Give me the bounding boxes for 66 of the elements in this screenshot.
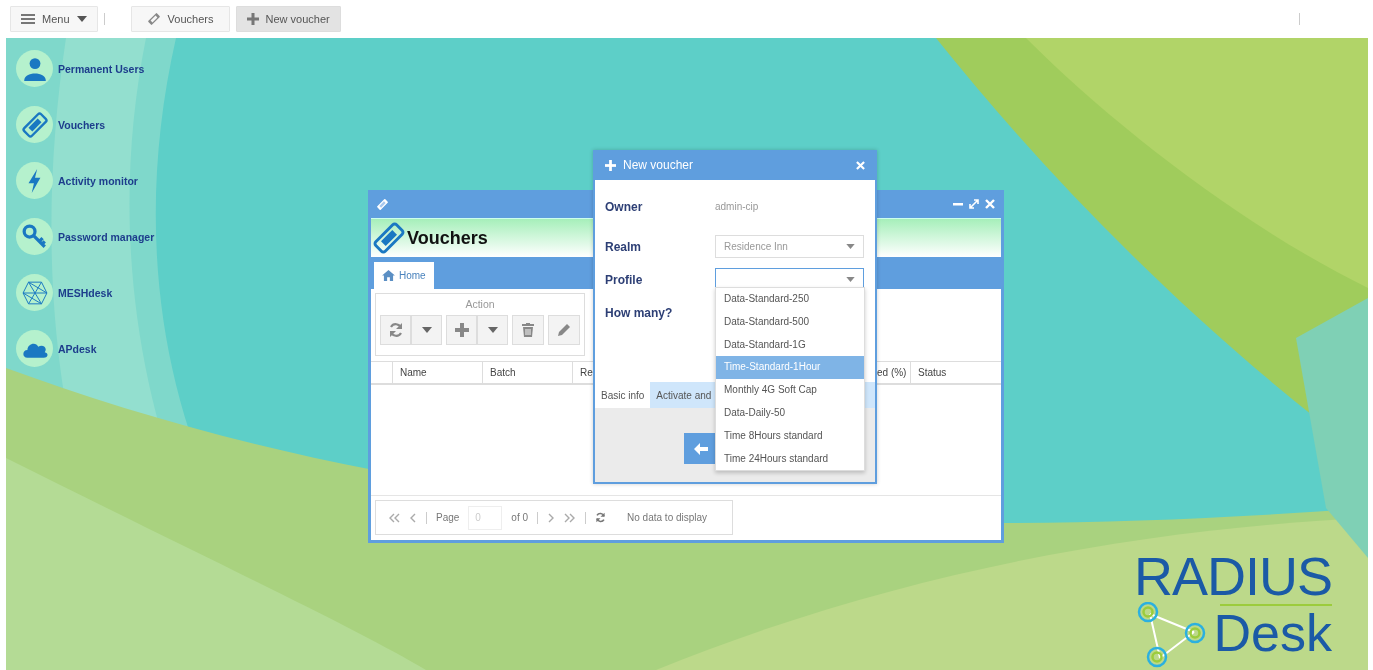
- form-tab[interactable]: Activate and: [650, 382, 718, 408]
- caret-button[interactable]: [477, 315, 508, 345]
- shortcut-label[interactable]: Password manager: [58, 230, 155, 243]
- dropdown-option[interactable]: Data-Standard-1G: [716, 333, 864, 357]
- edit-button[interactable]: [548, 315, 580, 345]
- caret-icon: [487, 327, 498, 333]
- status-message: No data to display: [627, 512, 708, 523]
- arrow-left-icon: [694, 442, 708, 455]
- column-header[interactable]: Name: [392, 362, 482, 383]
- maximize-icon[interactable]: [969, 199, 979, 209]
- group-title: Action: [465, 298, 495, 310]
- caret-icon: [846, 277, 855, 282]
- next-page-icon[interactable]: [547, 512, 556, 523]
- plus-icon: [246, 13, 259, 25]
- close-icon[interactable]: [856, 160, 865, 170]
- field-label: Profile: [605, 272, 644, 287]
- pencil-icon: [557, 323, 571, 337]
- caret-icon: [421, 327, 432, 333]
- page-label: Page: [436, 512, 460, 523]
- menu-button[interactable]: Menu: [10, 6, 98, 32]
- ticket-icon: [373, 222, 405, 254]
- first-page-icon[interactable]: [388, 512, 400, 523]
- shortcut-label[interactable]: APdesk: [58, 342, 97, 355]
- shortcut-label[interactable]: Vouchers: [58, 118, 106, 131]
- refresh-icon: [387, 322, 404, 338]
- dropdown-option[interactable]: Time 8Hours standard: [716, 424, 864, 448]
- caret-icon: [846, 244, 855, 249]
- delete-button[interactable]: [512, 315, 544, 345]
- plus-icon: [454, 323, 469, 337]
- plus-icon: [605, 159, 616, 171]
- column-header[interactable]: Batch: [482, 362, 572, 383]
- dropdown-option[interactable]: Data-Daily-50: [716, 402, 864, 425]
- column-header[interactable]: Status: [910, 362, 1001, 383]
- dropdown-option[interactable]: Time 24Hours standard: [716, 447, 864, 471]
- shortcut-label[interactable]: Permanent Users: [58, 62, 145, 75]
- previous-page-icon[interactable]: [409, 512, 417, 523]
- dropdown-option[interactable]: Data-Standard-500: [716, 310, 864, 334]
- shortcut-label[interactable]: Activity monitor: [58, 174, 138, 187]
- shortcut-label[interactable]: MESHdesk: [58, 286, 113, 299]
- ticket-icon: [376, 197, 389, 211]
- page-total: of 0: [511, 512, 529, 523]
- menu-icon: [21, 13, 35, 25]
- home-icon: [382, 270, 395, 281]
- taskbar-button[interactable]: New voucher: [235, 6, 341, 32]
- form-tab[interactable]: Basic info: [595, 382, 651, 408]
- dropdown-option[interactable]: Monthly 4G Soft Cap: [716, 379, 864, 402]
- refresh-button[interactable]: [380, 315, 411, 345]
- add-button[interactable]: [446, 315, 477, 345]
- close-icon[interactable]: [985, 199, 995, 209]
- logo-text: RADIUS: [1134, 550, 1333, 602]
- home-tab[interactable]: Home: [374, 262, 434, 289]
- taskbar-button[interactable]: Vouchers: [130, 6, 230, 32]
- trash-icon: [522, 323, 534, 337]
- field-label: Realm: [605, 239, 643, 254]
- dialog-title: New voucher: [623, 158, 694, 172]
- field-value: admin-cip: [715, 201, 759, 212]
- logo-text: Desk: [1213, 608, 1333, 658]
- caret-button[interactable]: [411, 315, 442, 345]
- dropdown-option[interactable]: Data-Standard-250: [716, 288, 864, 311]
- caret-icon: [76, 16, 87, 22]
- window-heading: Vouchers: [407, 227, 488, 249]
- field-label: How many?: [605, 305, 674, 320]
- back-button[interactable]: [684, 433, 718, 464]
- field-label: Owner: [605, 199, 644, 214]
- last-page-icon[interactable]: [564, 512, 577, 523]
- refresh-icon[interactable]: [595, 512, 607, 523]
